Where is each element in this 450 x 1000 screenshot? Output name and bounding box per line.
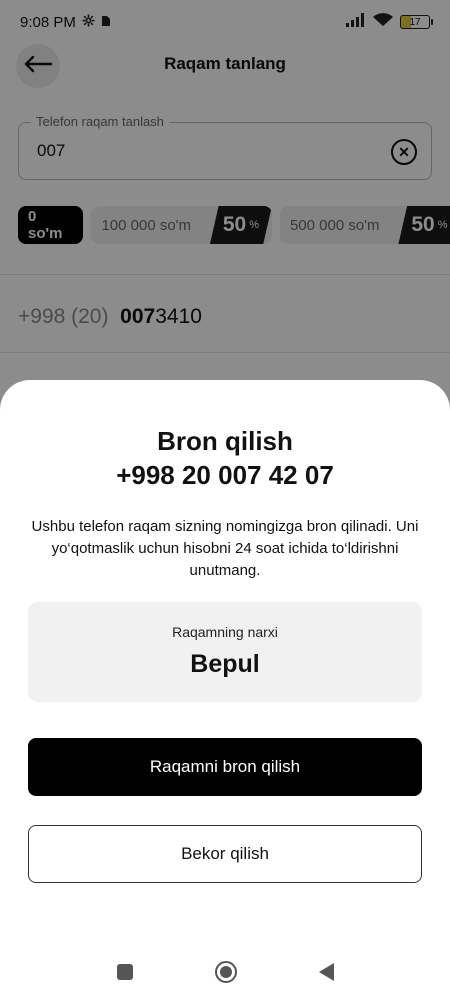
price-value: Bepul: [190, 650, 260, 678]
cancel-button[interactable]: Bekor qilish: [28, 825, 422, 883]
reserve-bottom-sheet: Bron qilish +998 20 007 42 07 Ushbu tele…: [0, 380, 450, 1000]
sheet-title: Bron qilish +998 20 007 42 07: [0, 424, 450, 492]
sheet-heading: Bron qilish: [157, 426, 293, 456]
reserve-number-button[interactable]: Raqamni bron qilish: [28, 738, 422, 796]
sheet-phone-number: +998 20 007 42 07: [116, 460, 334, 490]
system-nav-bar: [0, 950, 450, 994]
recents-icon[interactable]: [116, 964, 133, 980]
price-label: Raqamning narxi: [172, 624, 278, 640]
sheet-description: Ushbu telefon raqam sizning nomingizga b…: [31, 518, 419, 579]
price-card: Raqamning narxi Bepul: [28, 602, 422, 702]
home-icon[interactable]: [214, 961, 237, 983]
nav-back-icon[interactable]: [318, 963, 334, 981]
